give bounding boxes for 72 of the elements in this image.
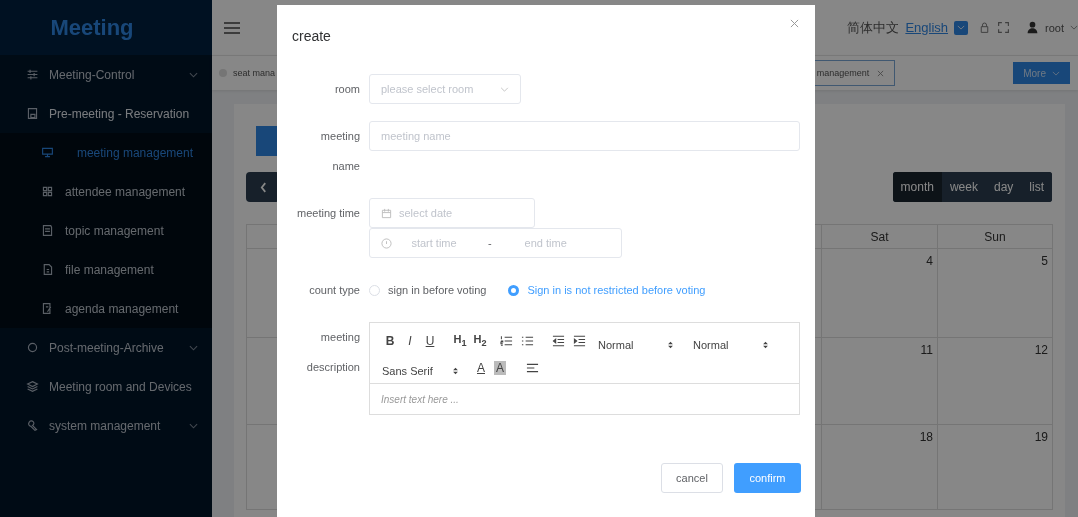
dropdown-button[interactable] [954, 20, 969, 35]
day-header: Sat [822, 224, 938, 249]
heading-button[interactable]: H$_{2}$ [470, 333, 490, 349]
caret-icon[interactable] [1070, 25, 1078, 30]
day-header: Sun [938, 224, 1053, 249]
sort-arrows-icon [763, 341, 768, 349]
clock-icon [381, 237, 392, 249]
time-range-picker[interactable]: start time - end time [369, 228, 622, 258]
caret-icon [1052, 70, 1060, 76]
submenu-item[interactable]: meeting management [0, 133, 193, 172]
confirm-button[interactable]: confirm [734, 463, 801, 493]
tab-tag[interactable]: seat mana [218, 60, 277, 86]
field-label: meeting time [296, 206, 361, 221]
submenu-item[interactable]: attendee management [0, 172, 212, 211]
fullscreen-icon[interactable] [997, 21, 1011, 34]
sort-arrows-icon [453, 367, 458, 375]
close-icon[interactable] [790, 19, 799, 28]
date-number: 4 [926, 254, 933, 268]
close-icon[interactable] [877, 69, 885, 77]
submenu-item[interactable]: agenda management [0, 289, 212, 328]
radio-option[interactable]: Sign in is not restricted before voting [508, 284, 706, 296]
sort-arrows-icon [668, 341, 673, 349]
heading-picker[interactable]: Normal [689, 331, 784, 351]
user-name[interactable]: root [1045, 21, 1064, 34]
field-label: count type [308, 283, 361, 298]
view-button[interactable]: month [892, 172, 942, 202]
size-picker[interactable]: Normal [594, 331, 689, 351]
caret-icon [500, 86, 509, 92]
font-picker[interactable]: Sans Serif [380, 359, 462, 377]
chevron-icon [189, 422, 198, 429]
language-link[interactable]: 简体中文 [847, 18, 900, 37]
heading-button[interactable]: H$_{1}$ [450, 333, 470, 349]
bold-button[interactable]: B [380, 334, 400, 348]
underline-button[interactable]: U [420, 334, 440, 348]
dialog-title: create [292, 28, 331, 44]
user-icon [1026, 21, 1040, 34]
bullet-list-icon[interactable] [521, 335, 534, 347]
more-button[interactable]: More [1013, 62, 1070, 84]
menu-item[interactable]: system management [0, 406, 212, 445]
submenu-item[interactable]: topic management [0, 211, 212, 250]
indent-icon[interactable] [573, 335, 586, 347]
outdent-icon[interactable] [552, 335, 565, 347]
calendar-icon [381, 207, 392, 219]
caret-icon [957, 25, 966, 30]
language-link[interactable]: English [905, 20, 949, 35]
italic-button[interactable]: I [400, 334, 420, 348]
field-label: room [333, 82, 361, 97]
date-number: 5 [1041, 254, 1048, 268]
date-number: 19 [1034, 430, 1048, 444]
submenu-item[interactable]: file management [0, 250, 212, 289]
name-input[interactable]: meeting name [369, 121, 800, 151]
chevron-left-icon [259, 181, 267, 193]
chevron-icon [189, 71, 198, 78]
editor-input[interactable]: Insert text here ... [370, 384, 799, 414]
cancel-button[interactable]: cancel [661, 463, 723, 493]
align-icon[interactable] [526, 362, 539, 374]
text-color-button[interactable]: A [474, 361, 488, 375]
logo: Meeting [0, 0, 212, 55]
radio-option[interactable]: sign in before voting [369, 284, 487, 296]
date-number: 12 [1034, 343, 1048, 357]
ordered-list-icon[interactable] [500, 335, 513, 347]
menu-item[interactable]: Pre-meeting - Reservation [0, 94, 212, 133]
date-number: 11 [920, 343, 933, 357]
menu-item[interactable]: Post-meeting-Archive [0, 328, 212, 367]
field-label: meeting name [319, 129, 361, 174]
date-number: 18 [919, 430, 933, 444]
menu-item[interactable]: Meeting-Control [0, 55, 212, 94]
chevron-icon [189, 344, 198, 351]
menu-item[interactable]: Meeting room and Devices [0, 367, 212, 406]
previous-button[interactable] [246, 172, 280, 202]
background-color-button[interactable]: A [494, 361, 506, 375]
field-label: meeting description [305, 330, 361, 375]
